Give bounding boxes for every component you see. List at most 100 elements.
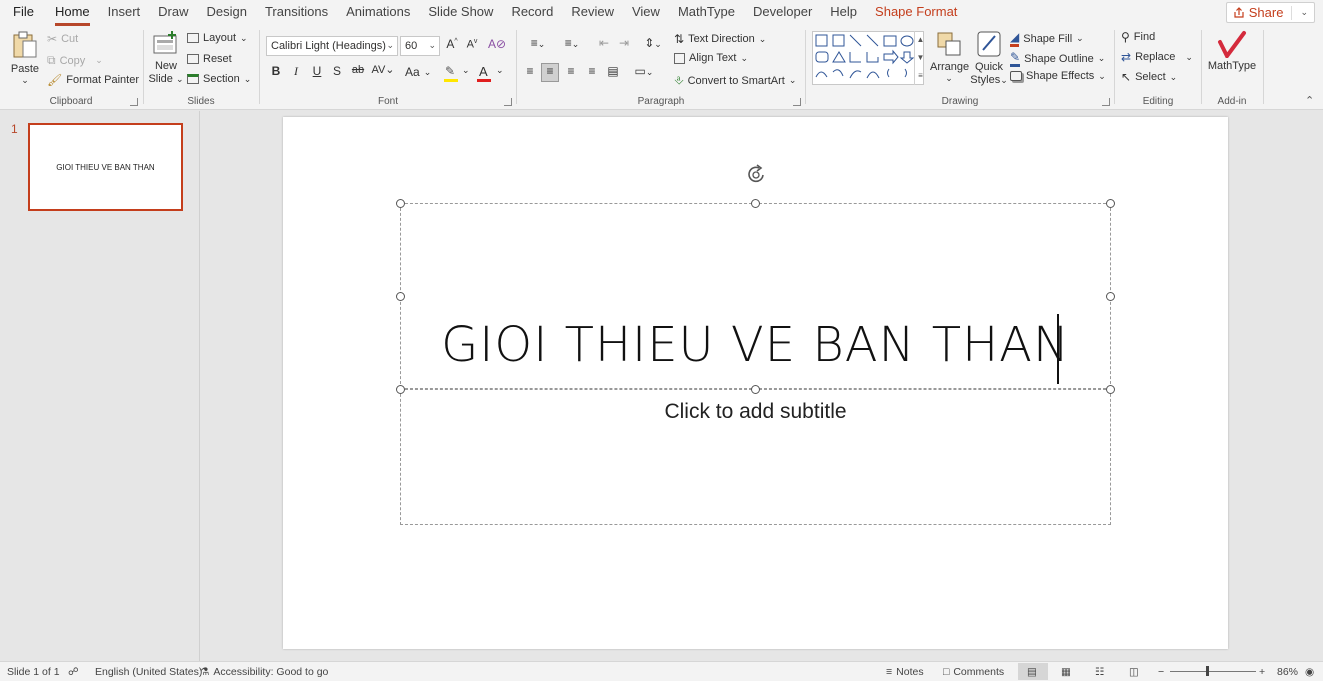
font-name-combo[interactable]: Calibri Light (Headings) ⌄ bbox=[266, 36, 398, 56]
dialog-launcher-icon[interactable] bbox=[504, 98, 512, 106]
tab-shape-format[interactable]: Shape Format bbox=[866, 0, 966, 26]
select-button[interactable]: ↖ Select ⌄ bbox=[1121, 70, 1177, 84]
slide-thumbnail[interactable]: GIOI THIEU VE BAN THAN bbox=[28, 123, 183, 211]
character-spacing-icon[interactable]: AV⌄ bbox=[370, 63, 396, 76]
dialog-launcher-icon[interactable] bbox=[130, 98, 138, 106]
justify-icon[interactable]: ≡ bbox=[583, 64, 601, 78]
resize-handle[interactable] bbox=[1106, 385, 1115, 394]
align-center-icon[interactable]: ≡ bbox=[541, 63, 559, 82]
align-left-icon[interactable]: ≡ bbox=[521, 64, 539, 78]
accessibility-status[interactable]: ⚗ Accessibility: Good to go bbox=[200, 666, 328, 678]
tab-record[interactable]: Record bbox=[502, 0, 562, 26]
zoom-slider[interactable] bbox=[1170, 671, 1256, 672]
paste-button[interactable]: Paste ⌄ bbox=[8, 30, 42, 88]
zoom-out-icon[interactable]: − bbox=[1158, 666, 1164, 678]
bullets-icon[interactable]: ≡⌄ bbox=[523, 36, 553, 50]
replace-button[interactable]: ⇄ Replace ⌄ bbox=[1121, 50, 1193, 64]
cut-label: Cut bbox=[61, 33, 79, 45]
resize-handle[interactable] bbox=[396, 385, 405, 394]
tab-help[interactable]: Help bbox=[821, 0, 866, 26]
align-right-icon[interactable]: ≡ bbox=[562, 64, 580, 78]
zoom-in-icon[interactable]: + bbox=[1259, 666, 1265, 678]
text-shadow-icon[interactable]: S bbox=[328, 64, 346, 78]
comments-button[interactable]: □ Comments bbox=[943, 666, 1004, 678]
zoom-level[interactable]: 86% bbox=[1277, 666, 1298, 678]
tab-design[interactable]: Design bbox=[198, 0, 256, 26]
resize-handle[interactable] bbox=[751, 199, 760, 208]
tab-developer[interactable]: Developer bbox=[744, 0, 821, 26]
resize-handle[interactable] bbox=[396, 199, 405, 208]
highlight-icon[interactable]: ✎ ⌄ bbox=[443, 64, 470, 82]
resize-handle[interactable] bbox=[751, 385, 760, 394]
tab-review[interactable]: Review bbox=[562, 0, 623, 26]
tab-transitions[interactable]: Transitions bbox=[256, 0, 337, 26]
tab-slide-show[interactable]: Slide Show bbox=[419, 0, 502, 26]
decrease-indent-icon[interactable]: ⇤ bbox=[595, 36, 613, 50]
share-button[interactable]: Share ⌄ bbox=[1225, 2, 1315, 23]
strikethrough-icon[interactable]: ab bbox=[349, 64, 367, 76]
distributed-icon[interactable]: ▤ bbox=[604, 64, 622, 78]
increase-font-size-icon[interactable]: A^ bbox=[443, 37, 461, 51]
slideshow-view-icon[interactable]: ◫ bbox=[1129, 666, 1139, 678]
shapes-gallery[interactable] bbox=[812, 31, 924, 85]
slide-subtitle-text[interactable]: Click to add subtitle bbox=[283, 400, 1228, 424]
tab-mathtype[interactable]: MathType bbox=[669, 0, 744, 26]
line-spacing-icon[interactable]: ⇕⌄ bbox=[639, 36, 667, 50]
editing-group: ⚲ Find ⇄ Replace ⌄ ↖ Select ⌄ Editing bbox=[1115, 26, 1201, 110]
dialog-launcher-icon[interactable] bbox=[793, 98, 801, 106]
bold-icon[interactable]: B bbox=[267, 64, 285, 78]
mathtype-button[interactable]: MathType bbox=[1206, 30, 1258, 80]
shapes-gallery-scroll[interactable]: ▲ ▼ ≡ bbox=[914, 31, 926, 85]
collapse-ribbon-icon[interactable]: ⌃ bbox=[1305, 94, 1314, 107]
zoom-slider-thumb[interactable] bbox=[1206, 666, 1209, 676]
reading-view-icon[interactable]: ☷ bbox=[1095, 666, 1104, 678]
cut-button[interactable]: ✂ Cut bbox=[47, 32, 78, 46]
font-color-icon[interactable]: A ⌄ bbox=[476, 64, 504, 82]
tab-home[interactable]: Home bbox=[46, 0, 99, 26]
italic-icon[interactable]: I bbox=[287, 64, 305, 79]
reset-button[interactable]: Reset bbox=[187, 53, 232, 65]
change-case-button[interactable]: Aa ⌄ bbox=[405, 65, 431, 79]
new-slide-button[interactable]: New Slide ⌄ bbox=[148, 30, 184, 88]
tab-animations[interactable]: Animations bbox=[337, 0, 419, 26]
layout-button[interactable]: Layout ⌄ bbox=[187, 32, 248, 44]
tab-draw[interactable]: Draw bbox=[149, 0, 197, 26]
shape-fill-button[interactable]: ◢ Shape Fill ⌄ bbox=[1010, 30, 1084, 47]
normal-view-icon[interactable]: ▤ bbox=[1027, 666, 1037, 678]
resize-handle[interactable] bbox=[1106, 199, 1115, 208]
numbering-icon[interactable]: ≡⌄ bbox=[557, 36, 587, 50]
clear-formatting-icon[interactable]: A⊘ bbox=[488, 37, 506, 51]
tab-insert[interactable]: Insert bbox=[99, 0, 150, 26]
increase-indent-icon[interactable]: ⇥ bbox=[615, 36, 633, 50]
slide-canvas[interactable]: GIOI THIEU VE BAN THAN Click to add subt… bbox=[283, 117, 1228, 649]
shape-outline-button[interactable]: ✎ Shape Outline ⌄ bbox=[1010, 50, 1105, 67]
rotate-handle-icon[interactable] bbox=[745, 164, 769, 186]
resize-handle[interactable] bbox=[1106, 292, 1115, 301]
shape-effects-button[interactable]: Shape Effects ⌄ bbox=[1010, 70, 1106, 82]
fit-to-window-icon[interactable]: ◉ bbox=[1305, 666, 1314, 678]
section-button[interactable]: Section ⌄ bbox=[187, 73, 251, 85]
quick-styles-button[interactable]: Quick Styles⌄ bbox=[970, 30, 1008, 88]
tab-file[interactable]: File bbox=[0, 0, 46, 26]
format-painter-button[interactable]: 🖌 Format Painter bbox=[47, 73, 139, 87]
convert-smartart-button[interactable]: ⎀ Convert to SmartArt ⌄ bbox=[674, 73, 796, 88]
align-text-button[interactable]: Align Text ⌄ bbox=[674, 52, 748, 64]
text-direction-button[interactable]: ⇅ Text Direction ⌄ bbox=[674, 32, 766, 46]
find-button[interactable]: ⚲ Find bbox=[1121, 30, 1155, 44]
slide-title-text[interactable]: GIOI THIEU VE BAN THAN bbox=[283, 317, 1228, 373]
decrease-font-size-icon[interactable]: Av bbox=[463, 38, 481, 51]
copy-button[interactable]: ⧉ Copy ⌄ bbox=[47, 53, 103, 68]
columns-icon[interactable]: ▭⌄ bbox=[630, 64, 658, 78]
tab-view[interactable]: View bbox=[623, 0, 669, 26]
slide-thumbnail-title: GIOI THIEU VE BAN THAN bbox=[56, 162, 155, 172]
chevron-down-icon[interactable]: ⌄ bbox=[1300, 7, 1308, 18]
font-size-combo[interactable]: 60 ⌄ bbox=[400, 36, 440, 56]
spelling-icon[interactable]: ☍ bbox=[68, 666, 79, 678]
dialog-launcher-icon[interactable] bbox=[1102, 98, 1110, 106]
notes-button[interactable]: ≡ Notes bbox=[886, 666, 924, 678]
language-status[interactable]: English (United States) bbox=[95, 666, 202, 678]
resize-handle[interactable] bbox=[396, 292, 405, 301]
arrange-button[interactable]: Arrange ⌄ bbox=[930, 30, 969, 88]
underline-icon[interactable]: U bbox=[308, 64, 326, 78]
slide-sorter-icon[interactable]: ▦ bbox=[1061, 666, 1071, 678]
